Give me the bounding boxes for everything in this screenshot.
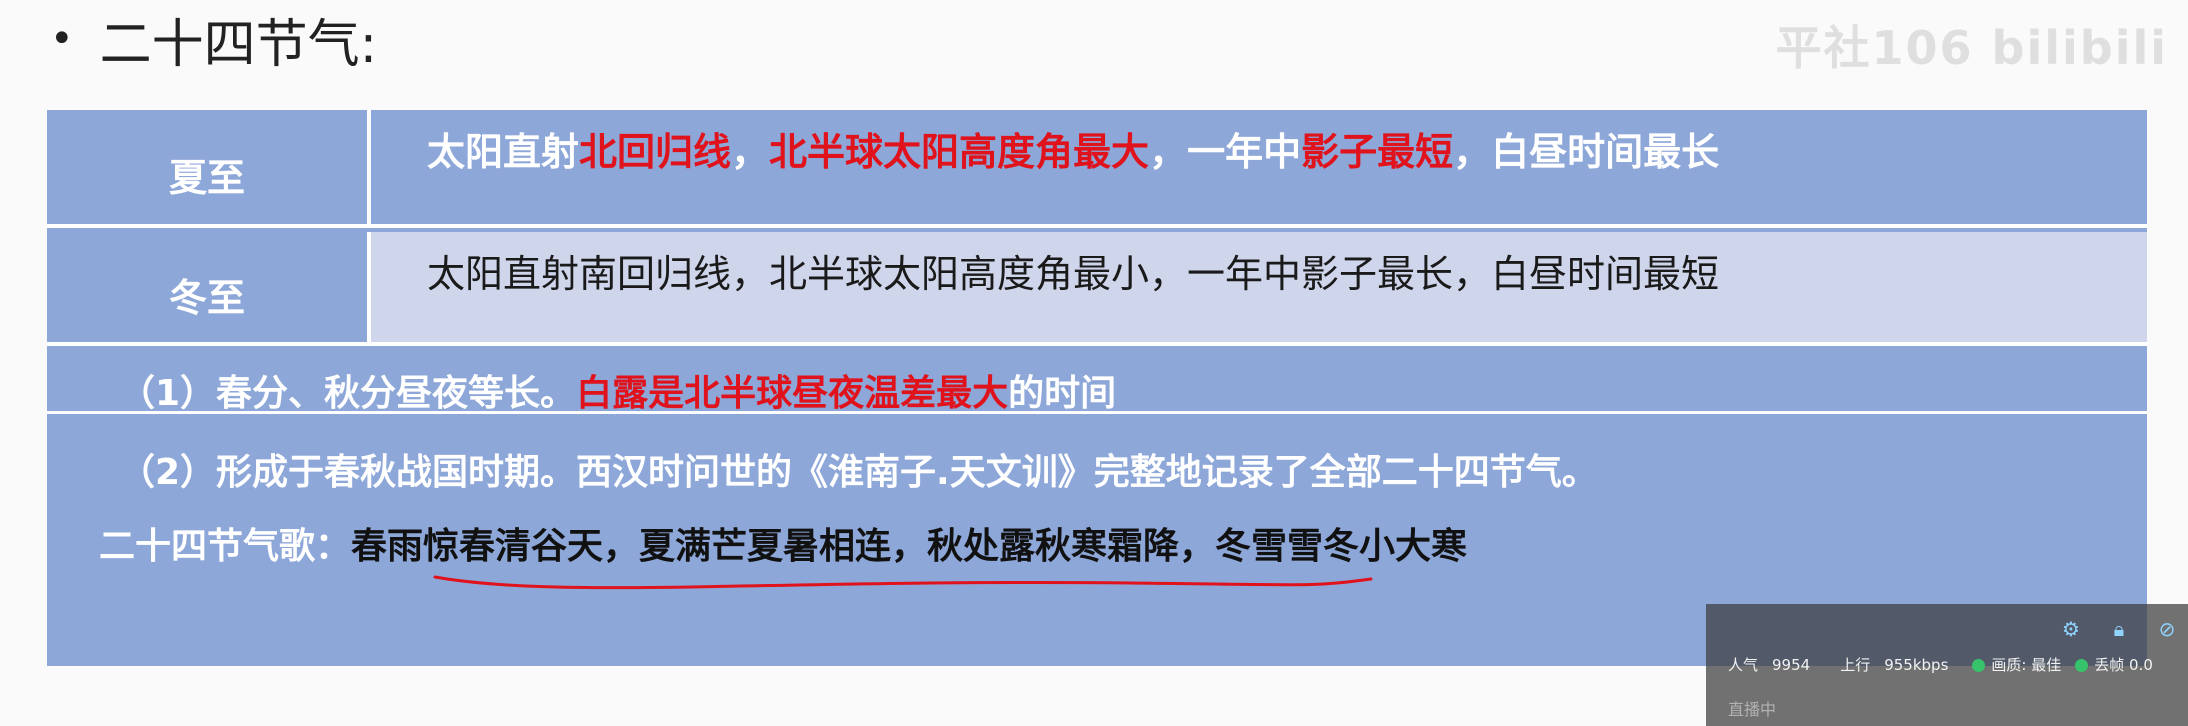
link-icon[interactable]: ⊘ bbox=[2156, 618, 2178, 640]
label-summer-solstice: 夏至 bbox=[47, 110, 371, 224]
winter-solstice-description: 太阳直射南回归线，北半球太阳高度角最小，一年中影子最长，白昼时间最短 bbox=[427, 252, 1720, 296]
table-row-winter-solstice: 冬至 太阳直射南回归线，北半球太阳高度角最小，一年中影子最长，白昼时间最短 bbox=[47, 232, 2147, 346]
bilibili-watermark: 平社106 bilibili bbox=[1775, 21, 2168, 75]
gear-icon[interactable]: ⚙ bbox=[2060, 618, 2082, 640]
song-label: 二十四节气歌： bbox=[99, 526, 352, 567]
summer-highlight-shadow: 影子最短 bbox=[1301, 130, 1454, 174]
presentation-slide: • 二十四节气: 平社106 bilibili 夏至 太阳直射北回归线，北半球太… bbox=[0, 0, 2188, 726]
solar-terms-song: 二十四节气歌：春雨惊春清谷天，夏满芒夏暑相连，秋处露秋寒霜降，冬雪雪冬小大寒 bbox=[99, 517, 1467, 569]
stream-stats: 人气 9954 上行 955kbps 画质: 最佳 丢帧 0.0 bbox=[1728, 654, 2153, 675]
heading-text: 二十四节气: bbox=[99, 14, 378, 75]
summer-highlight-tropic: 北回归线 bbox=[579, 130, 732, 174]
summer-text-4: ，白昼时间最长 bbox=[1453, 130, 1720, 174]
equinox-text: （1）春分、秋分昼夜等长。 bbox=[119, 373, 577, 414]
equinox-note: （1）春分、秋分昼夜等长。白露是北半球昼夜温差最大的时间 bbox=[119, 364, 1116, 416]
quality-status-dot bbox=[1972, 659, 1986, 672]
overlay-toolbar: ⚙ 🔒︎ ⊘ bbox=[2060, 618, 2188, 640]
quality-label: 画质: 最佳 bbox=[1991, 656, 2062, 674]
equinox-highlight-bailu: 白露是北半球昼夜温差最大 bbox=[576, 373, 1009, 414]
popularity-label: 人气 bbox=[1728, 656, 1759, 674]
summer-text-3: ，一年中 bbox=[1149, 130, 1302, 174]
overlay-bottom-text: 直播中 bbox=[1728, 700, 1777, 719]
stream-status-overlay: ⚙ 🔒︎ ⊘ 人气 9954 上行 955kbps 画质: 最佳 丢帧 0.0 … bbox=[1706, 604, 2188, 726]
table-row-equinox: （1）春分、秋分昼夜等长。白露是北半球昼夜温差最大的时间 bbox=[47, 350, 2147, 414]
bullet-icon: • bbox=[50, 16, 74, 62]
summer-solstice-description: 太阳直射北回归线，北半球太阳高度角最大，一年中影子最短，白昼时间最长 bbox=[427, 122, 1719, 182]
solar-terms-table: 夏至 太阳直射北回归线，北半球太阳高度角最大，一年中影子最短，白昼时间最长 冬至… bbox=[47, 110, 2147, 666]
lock-icon[interactable]: 🔒︎ bbox=[2108, 618, 2130, 640]
equinox-text-end: 的时间 bbox=[1008, 373, 1117, 414]
summer-text-2: ， bbox=[731, 130, 770, 174]
song-text: 春雨惊春清谷天，夏满芒夏暑相连，秋处露秋寒霜降，冬雪雪冬小大寒 bbox=[351, 526, 1468, 567]
summer-text-1: 太阳直射 bbox=[427, 130, 580, 174]
table-row-summer-solstice: 夏至 太阳直射北回归线，北半球太阳高度角最大，一年中影子最短，白昼时间最长 bbox=[47, 110, 2147, 228]
history-note: （2）形成于春秋战国时期。西汉时问世的《淮南子.天文训》完整地记录了全部二十四节… bbox=[119, 452, 1598, 493]
summer-highlight-angle: 北半球太阳高度角最大 bbox=[769, 130, 1150, 174]
slide-heading: • 二十四节气: bbox=[50, 4, 378, 75]
frame-status-dot bbox=[2075, 659, 2089, 672]
frame-drop-label: 丢帧 0.0 bbox=[2094, 656, 2153, 674]
red-pen-underline bbox=[433, 575, 1373, 590]
upload-label: 上行 bbox=[1840, 656, 1871, 674]
label-winter-solstice: 冬至 bbox=[47, 232, 371, 342]
popularity-value: 9954 bbox=[1772, 655, 1811, 674]
upload-value: 955kbps bbox=[1884, 655, 1949, 674]
